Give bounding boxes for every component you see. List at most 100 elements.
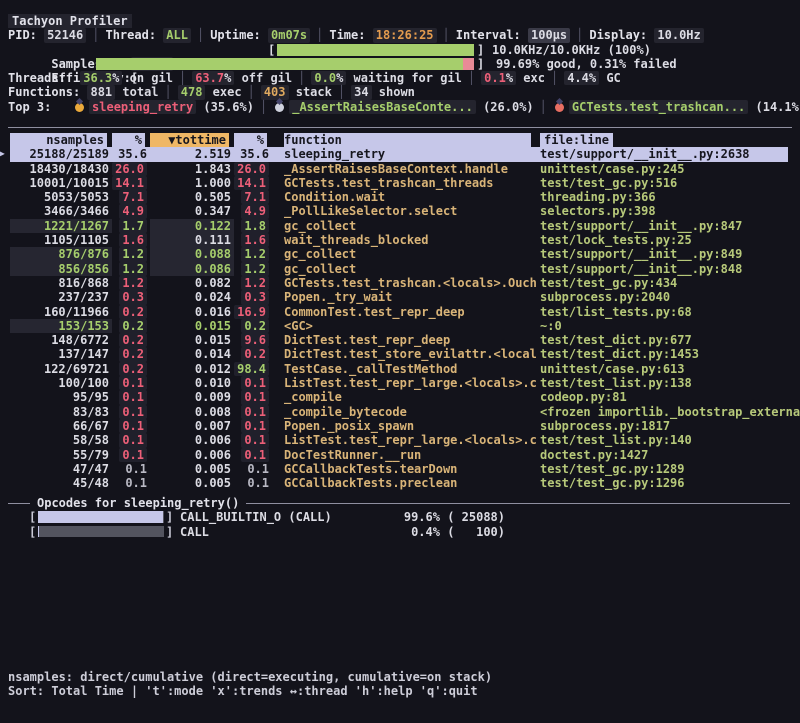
table-row[interactable]: 160/119660.20.01616.9CommonTest.test_rep… <box>0 305 800 319</box>
table-row[interactable]: 816/8681.20.0821.2GCTests.test_trashcan.… <box>0 276 800 290</box>
direct-pct-value: 1.2 <box>119 276 147 290</box>
column-header-tottime-sorted[interactable]: ▼tottime <box>150 133 234 147</box>
cell-function-name: GCCallbackTests.tearDown <box>284 462 536 476</box>
direct-pct-value: 0.1 <box>125 462 147 476</box>
cell-tottime: 0.111 <box>150 233 234 247</box>
table-row[interactable]: 55/790.10.0060.1DocTestRunner.__rundocte… <box>0 448 800 462</box>
direct-pct-value: 1.7 <box>119 219 147 233</box>
table-row[interactable]: 5053/50537.10.5057.1Condition.waitthread… <box>0 190 800 204</box>
table-row[interactable]: 100/1000.10.0100.1ListTest.test_repr_lar… <box>0 376 800 390</box>
cell-gap <box>272 176 284 190</box>
opcode-bar-open-bracket: [ <box>29 510 36 524</box>
direct-pct-value: 0.1 <box>119 448 147 462</box>
table-row[interactable]: 856/8561.20.0861.2gc_collecttest/support… <box>0 262 800 276</box>
cell-nsamples: 237/237 <box>10 290 112 304</box>
cell-gap <box>272 290 284 304</box>
cumulative-pct-value: 26.0 <box>234 162 269 176</box>
thread-stat-number: 63.7 <box>195 71 224 85</box>
cell-file-line: test/test_dict.py:677 <box>540 333 800 347</box>
functions-stat-value: 403 <box>261 85 289 99</box>
separator-pipe: │ <box>173 71 192 85</box>
table-row[interactable]: 95/950.10.0090.1_compilecodeop.py:81 <box>0 390 800 404</box>
separator-pipe: │ <box>310 28 329 42</box>
cell-direct-pct: 0.1 <box>112 433 150 447</box>
table-row[interactable]: 66/670.10.0070.1Popen._posix_spawnsubpro… <box>0 419 800 433</box>
table-row[interactable]: 83/830.10.0080.1_compile_bytecode<frozen… <box>0 405 800 419</box>
row-gutter <box>0 333 10 347</box>
cell-direct-pct: 0.3 <box>112 290 150 304</box>
separator-pipe: │ <box>292 71 311 85</box>
cell-tottime: 0.347 <box>150 204 234 218</box>
direct-pct-value: 4.9 <box>119 204 147 218</box>
row-gutter <box>0 276 10 290</box>
functions-label: Functions: <box>8 85 87 99</box>
cell-gap <box>272 347 284 361</box>
table-row[interactable]: 18430/1843026.01.84326.0_AssertRaisesBas… <box>0 162 800 176</box>
cell-cumulative-pct: 14.1 <box>234 176 272 190</box>
cell-nsamples: 816/868 <box>10 276 112 290</box>
cell-file-line: selectors.py:398 <box>540 204 800 218</box>
threads-label: Threads: <box>8 71 80 85</box>
functions-stat-text: stack <box>289 85 332 99</box>
thread-stat-number: 4.4 <box>567 71 589 85</box>
cell-cumulative-pct: 0.1 <box>234 376 272 390</box>
cell-gap <box>272 476 284 490</box>
table-row[interactable]: 137/1470.20.0140.2DictTest.test_store_ev… <box>0 347 800 361</box>
cell-gap <box>272 233 284 247</box>
cell-nsamples: 1221/1267 <box>10 219 112 233</box>
table-row[interactable]: ▶25188/2518935.62.51935.6sleeping_retryt… <box>0 147 788 161</box>
cumulative-pct-value: 98.4 <box>234 362 269 376</box>
table-row[interactable]: 58/580.10.0060.1ListTest.test_repr_large… <box>0 433 800 447</box>
cell-nsamples: 83/83 <box>10 405 112 419</box>
cell-nsamples: 160/11966 <box>10 305 112 319</box>
cell-nsamples: 45/48 <box>10 476 112 490</box>
table-row[interactable]: 148/67720.20.0159.6DictTest.test_repr_de… <box>0 333 800 347</box>
column-header-nsamples[interactable]: nsamples <box>10 133 112 147</box>
column-header-function[interactable]: function <box>284 133 536 147</box>
cell-function-name: _PollLikeSelector.select <box>284 204 536 218</box>
opcode-usage-bar <box>38 526 164 538</box>
table-row[interactable]: 3466/34664.90.3474.9_PollLikeSelector.se… <box>0 204 800 218</box>
direct-pct-value: 14.1 <box>112 176 147 190</box>
table-row[interactable]: 237/2370.30.0240.3Popen._try_waitsubproc… <box>0 290 800 304</box>
cell-direct-pct: 1.2 <box>112 262 150 276</box>
table-row[interactable]: 876/8761.20.0881.2gc_collecttest/support… <box>0 247 800 261</box>
table-row[interactable]: 153/1530.20.0150.2<GC>~:0 <box>0 319 800 333</box>
status-label-display: Display: <box>589 28 654 42</box>
cell-gap <box>272 390 284 404</box>
table-row[interactable]: 1105/11051.60.1111.6wait_threads_blocked… <box>0 233 800 247</box>
top3-line: Top 3: sleeping_retry (35.6%)│_AssertRai… <box>0 100 800 114</box>
table-row[interactable]: 10001/1001514.11.00014.1GCTests.test_tra… <box>0 176 800 190</box>
status-label-uptime: Uptime: <box>210 28 268 42</box>
column-header-direct-pct[interactable]: % <box>112 133 150 147</box>
header-table-divider <box>8 127 792 128</box>
column-header-cumulative-pct[interactable]: % <box>234 133 272 147</box>
cell-tottime: 0.088 <box>150 247 234 261</box>
cell-nsamples: 856/856 <box>10 262 112 276</box>
direct-pct-value: 0.2 <box>119 362 147 376</box>
table-row[interactable]: 47/470.10.0050.1GCCallbackTests.tearDown… <box>0 462 800 476</box>
cumulative-pct-value: 0.2 <box>241 347 269 361</box>
column-header-file-line[interactable]: file:line <box>540 133 800 147</box>
cell-cumulative-pct: 0.1 <box>234 462 272 476</box>
cell-file-line: test/support/__init__.py:2638 <box>540 147 788 161</box>
cumulative-pct-value: 1.8 <box>241 219 269 233</box>
opcode-name: CALL <box>180 525 209 539</box>
thread-stat-unit: % <box>506 71 513 85</box>
top3-function-pct: (35.6%) <box>196 100 254 114</box>
cell-file-line: test/support/__init__.py:849 <box>540 247 800 261</box>
table-row[interactable]: 122/697210.20.01298.4TestCase._callTestM… <box>0 362 800 376</box>
cumulative-pct-value: 0.1 <box>241 390 269 404</box>
cell-direct-pct: 1.7 <box>112 219 150 233</box>
cell-file-line: <frozen importlib._bootstrap_externa <box>540 405 800 419</box>
cell-file-line: unittest/case.py:245 <box>540 162 800 176</box>
cell-tottime: 0.007 <box>150 419 234 433</box>
efficiency-line: Efficiency:[]99.69% good, 0.31% failed <box>0 57 800 71</box>
table-row[interactable]: 1221/12671.70.1221.8gc_collecttest/suppo… <box>0 219 800 233</box>
table-row[interactable]: 45/480.10.0050.1GCCallbackTests.preclean… <box>0 476 800 490</box>
top3-function-name: GCTests.test_trashcan... <box>569 100 748 114</box>
cell-nsamples: 66/67 <box>10 419 112 433</box>
cell-nsamples: 100/100 <box>10 376 112 390</box>
cumulative-pct-value: 1.2 <box>241 276 269 290</box>
column-header-file-line-label: file:line <box>540 133 613 147</box>
